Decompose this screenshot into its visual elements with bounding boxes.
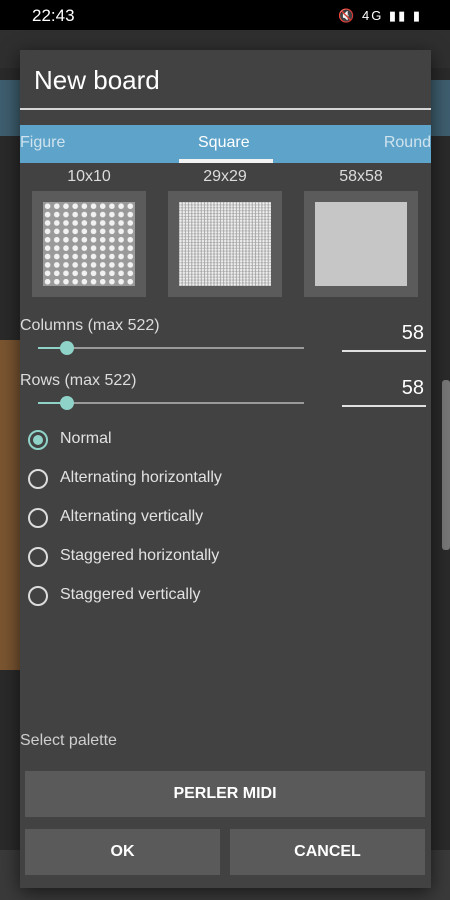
preset-label: 29x29 [203, 168, 247, 185]
columns-label: Columns (max 522) [20, 317, 160, 334]
status-icons: 🔇 4G ▮▮ ▮ [338, 8, 422, 23]
shape-tabs: Figure Square Round [20, 125, 431, 163]
new-board-dialog: New board Figure Square Round 10x10 29x2… [20, 50, 431, 888]
radio-button-icon [28, 430, 48, 450]
dialog-title: New board [34, 65, 160, 95]
board-grid-icon [315, 202, 407, 286]
radio-label: Staggered vertically [60, 586, 201, 603]
radio-label: Normal [60, 430, 112, 447]
background-board [0, 340, 22, 670]
select-palette-label: Select palette [20, 732, 117, 749]
preset-thumbnail [168, 191, 282, 297]
columns-slider[interactable] [38, 341, 304, 355]
radio-button-icon [28, 508, 48, 528]
title-divider [20, 108, 431, 110]
tab-square[interactable]: Square [198, 134, 250, 152]
radio-label: Staggered horizontally [60, 547, 220, 564]
rows-slider[interactable] [38, 396, 304, 410]
rows-label: Rows (max 522) [20, 372, 137, 389]
tab-selected-indicator [179, 159, 273, 163]
columns-input[interactable]: 58 [342, 322, 426, 352]
rows-slider-thumb[interactable] [60, 396, 75, 410]
columns-slider-thumb[interactable] [60, 341, 75, 355]
radio-button-icon [28, 586, 48, 606]
radio-label: Alternating horizontally [60, 469, 222, 486]
preset-label: 10x10 [67, 168, 111, 185]
board-grid-icon [43, 202, 135, 286]
palette-button[interactable]: PERLER MIDI [25, 771, 425, 817]
status-time: 22:43 [32, 6, 75, 25]
rows-input[interactable]: 58 [342, 377, 426, 407]
cancel-button[interactable]: CANCEL [230, 829, 425, 875]
tab-round[interactable]: Round [384, 134, 431, 152]
status-bar: 22:43 🔇 4G ▮▮ ▮ [0, 0, 450, 30]
preset-58x58[interactable]: 58x58 [304, 167, 418, 297]
preset-label: 58x58 [339, 168, 383, 185]
ok-button[interactable]: OK [25, 829, 220, 875]
radio-button-icon [28, 547, 48, 567]
background-scrollbar [442, 380, 450, 550]
preset-thumbnail [32, 191, 146, 297]
preset-10x10[interactable]: 10x10 [32, 167, 146, 297]
radio-label: Alternating vertically [60, 508, 204, 525]
radio-button-icon [28, 469, 48, 489]
board-grid-icon [179, 202, 271, 286]
tab-figure[interactable]: Figure [20, 134, 65, 152]
preset-thumbnail [304, 191, 418, 297]
preset-29x29[interactable]: 29x29 [168, 167, 282, 297]
